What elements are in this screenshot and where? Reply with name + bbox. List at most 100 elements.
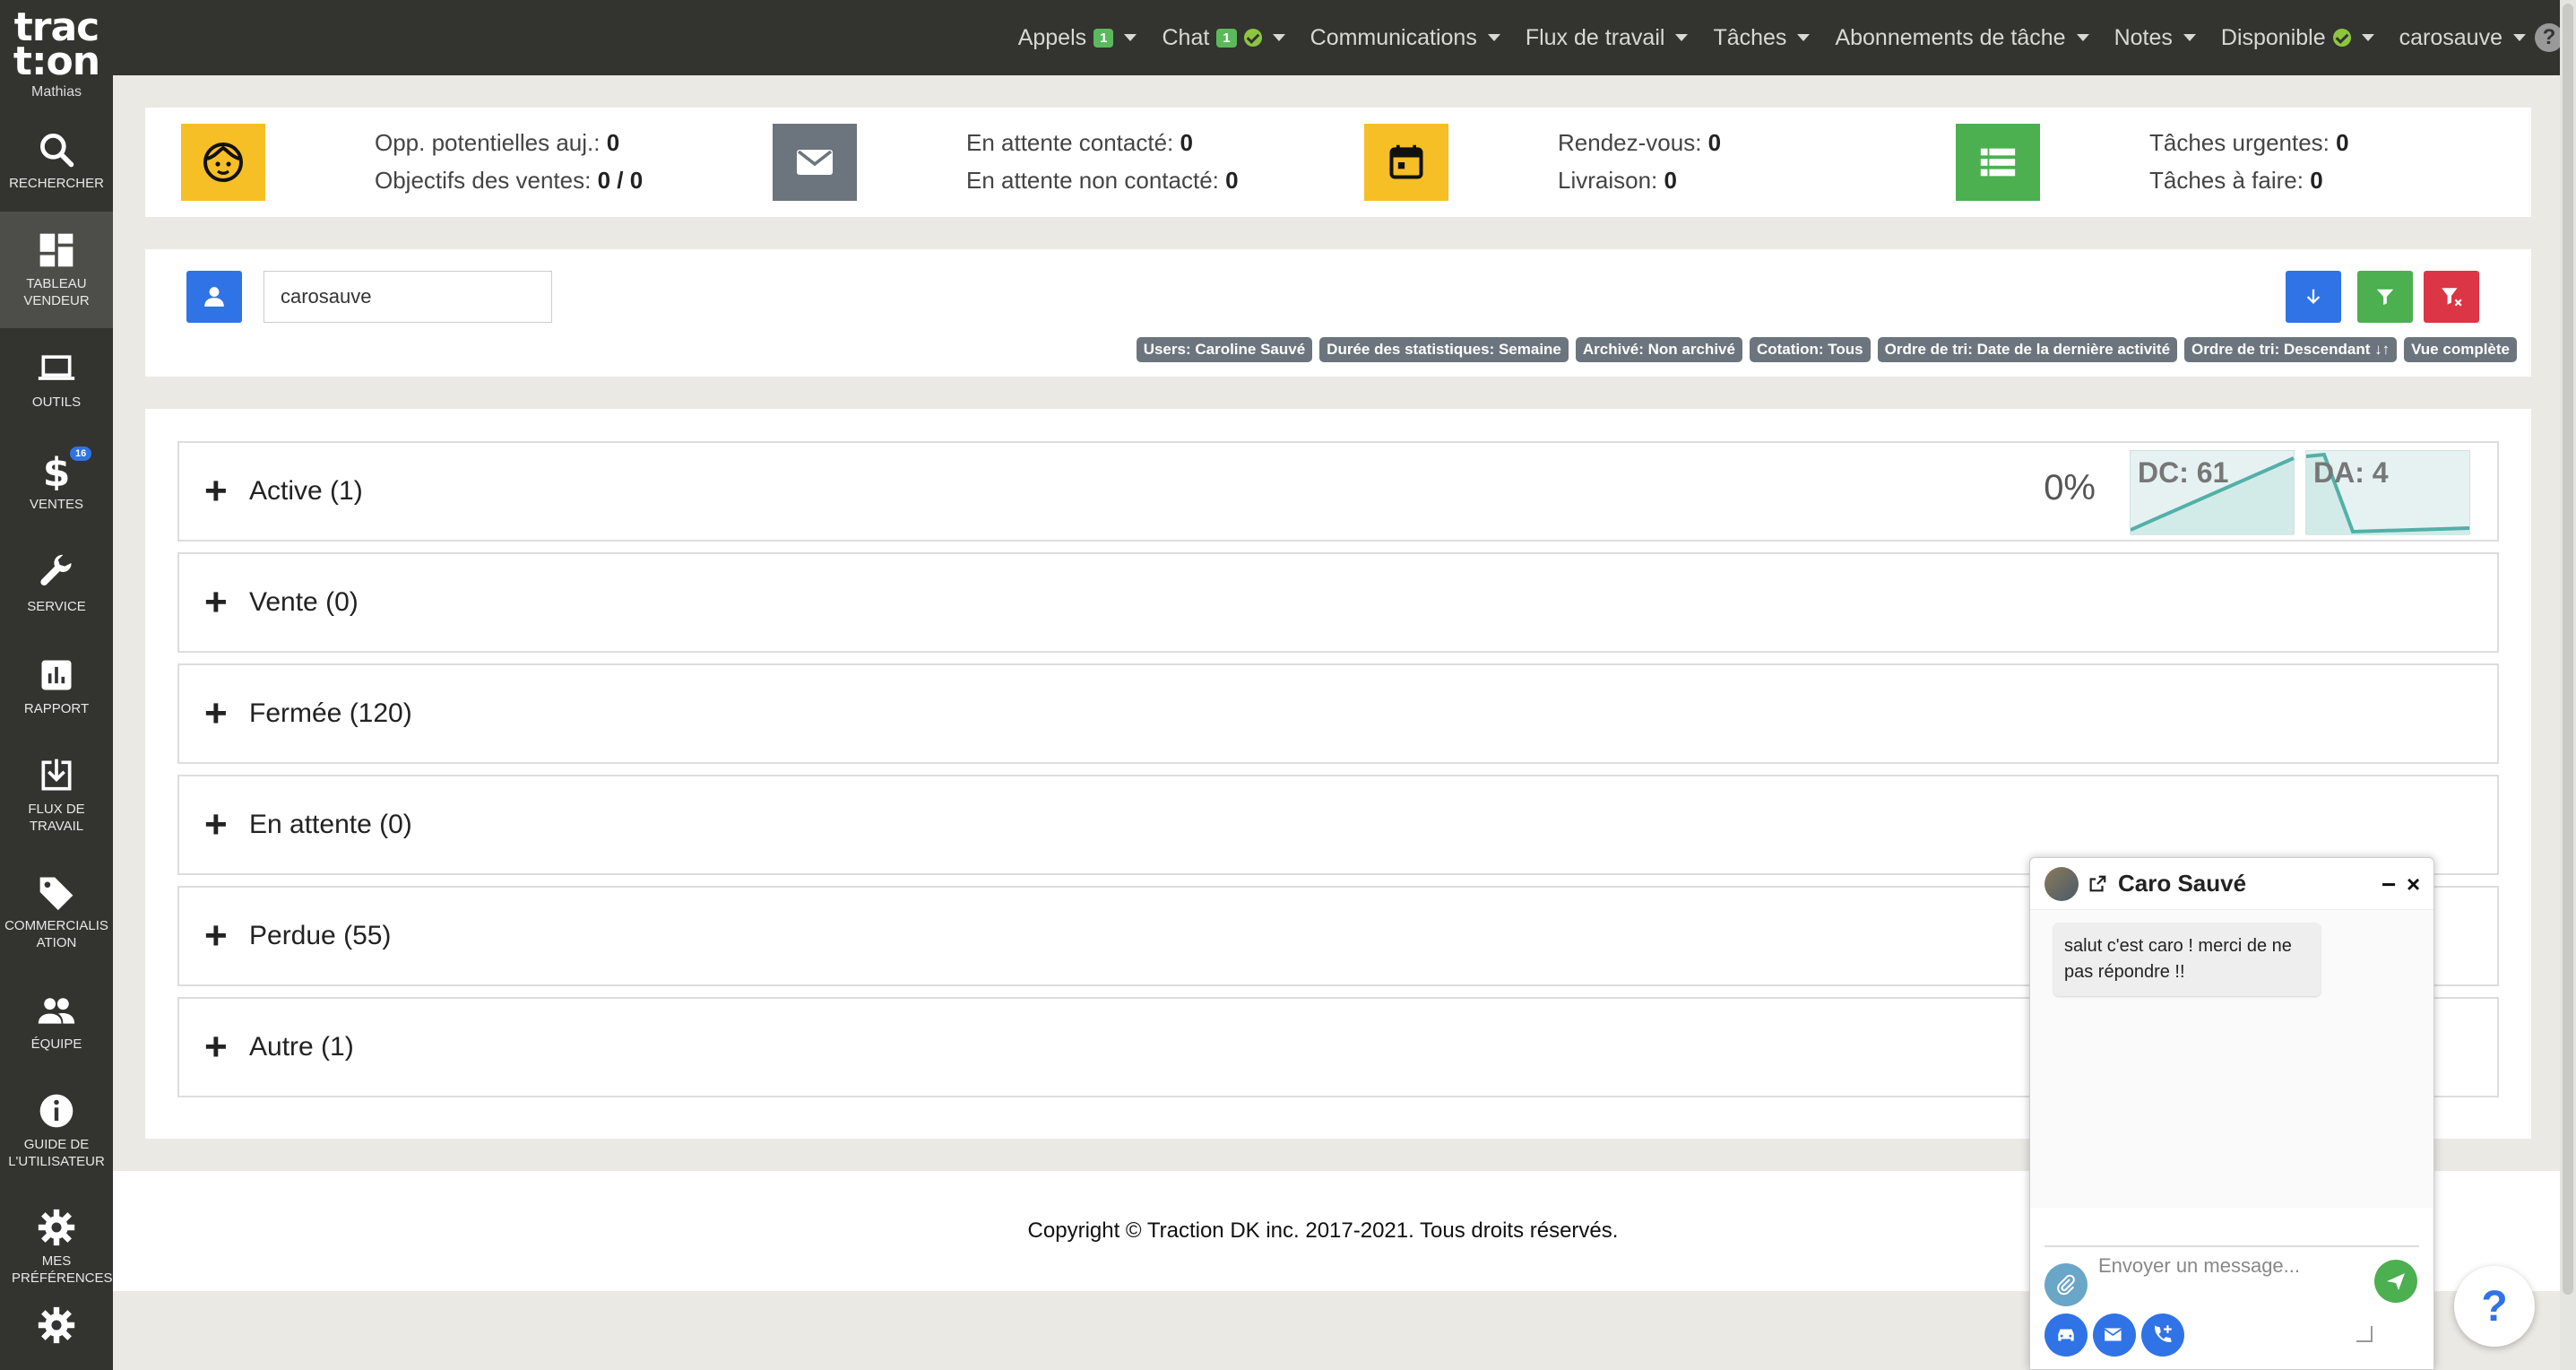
sidebar-item-commercialisation[interactable]: COMMERCIALISATION — [0, 854, 113, 970]
clear-filter-button[interactable] — [2424, 271, 2479, 323]
section-active[interactable]: + Active (1) 0% DC: 61 DA: 4 — [177, 441, 2499, 542]
email-button[interactable] — [2093, 1314, 2136, 1357]
filter-button[interactable] — [2357, 271, 2413, 323]
svg-text:$: $ — [43, 451, 71, 490]
section-fermee[interactable]: + Fermée (120) — [177, 663, 2499, 764]
call-button[interactable] — [2141, 1314, 2184, 1357]
nav-chat-label: Chat — [1162, 24, 1210, 50]
nav-appels[interactable]: Appels 1 — [1018, 25, 1137, 51]
page-scrollbar[interactable] — [2560, 0, 2576, 1370]
download-tray-icon — [41, 759, 72, 791]
nav-disponible[interactable]: Disponible — [2221, 25, 2374, 51]
sidebar-item-service[interactable]: SERVICE — [0, 533, 113, 635]
opp-value: 0 — [606, 129, 620, 156]
available-check-icon — [2332, 29, 2351, 47]
list-icon[interactable] — [1956, 124, 2040, 201]
chat-title: Caro Sauvé — [2118, 870, 2247, 897]
sidebar-item-equipe[interactable]: ÉQUIPE — [0, 970, 113, 1072]
top-navbar: Appels 1 Chat 1 Communications Flux de tra… — [113, 0, 2576, 75]
expand-plus-icon: + — [204, 802, 228, 846]
stat-opportunites: Opp. potentielles auj.: 0 Objectifs des … — [181, 124, 643, 201]
mail-icon[interactable] — [773, 124, 857, 201]
sidebar-item-label: VENTES — [29, 496, 83, 512]
close-icon[interactable]: × — [2407, 871, 2420, 898]
sidebar-item-flux-de-travail[interactable]: FLUX DE TRAVAIL — [0, 737, 113, 854]
filter-tag-duree[interactable]: Durée des statistiques: Semaine — [1319, 337, 1569, 362]
faire-value: 0 — [2310, 167, 2323, 194]
calendar-icon[interactable] — [1364, 124, 1448, 201]
gear-icon — [38, 1209, 75, 1246]
urg-value: 0 — [2336, 129, 2349, 156]
da-label: DA: 4 — [2313, 456, 2389, 489]
caret-down-icon — [2361, 34, 2374, 41]
filter-tag-vue[interactable]: Vue complète — [2404, 337, 2517, 362]
filter-tag-ordre-direction[interactable]: Ordre de tri: Descendant ↓↑ — [2184, 337, 2398, 362]
nav-flux-label: Flux de travail — [1525, 24, 1665, 50]
dashboard-icon — [39, 233, 73, 267]
sidebar-item-guide[interactable]: GUIDE DE L'UTILISATEUR — [0, 1072, 113, 1189]
att-c-label: En attente contacté: — [966, 129, 1174, 156]
floating-help-button[interactable]: ? — [2454, 1266, 2535, 1347]
section-vente[interactable]: + Vente (0) — [177, 552, 2499, 653]
nav-abonnements[interactable]: Abonnements de tâche — [1835, 25, 2089, 51]
rdv-value: 0 — [1707, 129, 1722, 156]
sort-down-button[interactable] — [2286, 271, 2341, 323]
opp-label: Opp. potentielles auj.: — [375, 129, 601, 156]
urg-label: Tâches urgentes: — [2149, 129, 2330, 156]
stat-opportunites-text: Opp. potentielles auj.: 0 Objectifs des … — [375, 124, 643, 201]
rdv-label: Rendez-vous: — [1558, 129, 1702, 156]
avatar — [2044, 866, 2079, 901]
sidebar-item-label: RECHERCHER — [9, 175, 104, 191]
logo[interactable]: trac t:on Mathias — [0, 0, 113, 109]
copyright-text: Copyright © Traction DK inc. 2017-2021. … — [1027, 1218, 1619, 1243]
send-button[interactable] — [2374, 1260, 2417, 1303]
search-icon — [40, 133, 74, 167]
active-filter-tags: Users: Caroline Sauvé Durée des statisti… — [1129, 337, 2517, 362]
sidebar-item-tableau-vendeur[interactable]: TABLEAU VENDEUR — [0, 212, 113, 328]
sidebar-item-label: TABLEAU VENDEUR — [23, 276, 90, 308]
email-add-icon — [2104, 1328, 2122, 1341]
resize-handle-icon[interactable] — [2356, 1326, 2373, 1342]
nav-flux-de-travail[interactable]: Flux de travail — [1526, 25, 1689, 51]
sidebar-item-rechercher[interactable]: RECHERCHER — [0, 109, 113, 212]
obj-value: 0 / 0 — [597, 167, 644, 194]
minimize-icon[interactable]: − — [2382, 871, 2396, 899]
nav-notes[interactable]: Notes — [2114, 25, 2196, 51]
filter-tag-cotation[interactable]: Cotation: Tous — [1749, 337, 1871, 362]
user-filter-input[interactable] — [264, 271, 552, 323]
da-sparkline: DA: 4 — [2305, 450, 2470, 535]
filter-tag-users[interactable]: Users: Caroline Sauvé — [1136, 337, 1313, 362]
nav-taches[interactable]: Tâches — [1713, 25, 1811, 51]
nav-user-menu[interactable]: carosauve — [2399, 25, 2526, 51]
caret-down-icon — [2513, 34, 2526, 41]
sidebar-item-label: SERVICE — [27, 598, 86, 614]
dc-label: DC: 61 — [2138, 456, 2229, 489]
send-icon — [2387, 1273, 2405, 1290]
sidebar-item-preferences[interactable]: MES PRÉFÉRENCES — [0, 1189, 113, 1305]
attach-button[interactable] — [2044, 1263, 2088, 1306]
section-label: Perdue (55) — [249, 921, 392, 950]
sidebar-item-ventes[interactable]: 16 $ VENTES — [0, 430, 113, 533]
bar-chart-icon — [41, 660, 72, 689]
section-label: En attente (0) — [249, 810, 412, 839]
logged-user-name: Mathias — [30, 84, 82, 100]
sidebar-item-rapport[interactable]: RAPPORT — [0, 635, 113, 737]
caret-down-icon — [1124, 34, 1137, 41]
nav-chat[interactable]: Chat 1 — [1162, 24, 1285, 51]
sidebar-item-outils[interactable]: OUTILS — [0, 328, 113, 430]
caret-down-icon — [1675, 34, 1689, 41]
section-label: Fermée (120) — [249, 698, 412, 728]
car-button[interactable] — [2044, 1314, 2088, 1357]
external-link-icon[interactable] — [2088, 874, 2107, 894]
ventes-count-badge: 16 — [70, 447, 92, 461]
expand-plus-icon: + — [204, 580, 228, 624]
filter-tag-archive[interactable]: Archivé: Non archivé — [1575, 337, 1742, 362]
filter-tag-ordre-tri[interactable]: Ordre de tri: Date de la dernière activi… — [1877, 337, 2178, 362]
sidebar-item-settings[interactable] — [0, 1305, 113, 1370]
smiley-icon[interactable] — [181, 124, 265, 201]
user-select-button[interactable] — [186, 271, 242, 323]
stat-taches: Tâches urgentes: 0 Tâches à faire: 0 — [1956, 124, 2349, 201]
scrollbar-thumb[interactable] — [2563, 4, 2573, 1295]
nav-communications[interactable]: Communications — [1310, 25, 1500, 51]
car-icon — [2058, 1329, 2074, 1341]
